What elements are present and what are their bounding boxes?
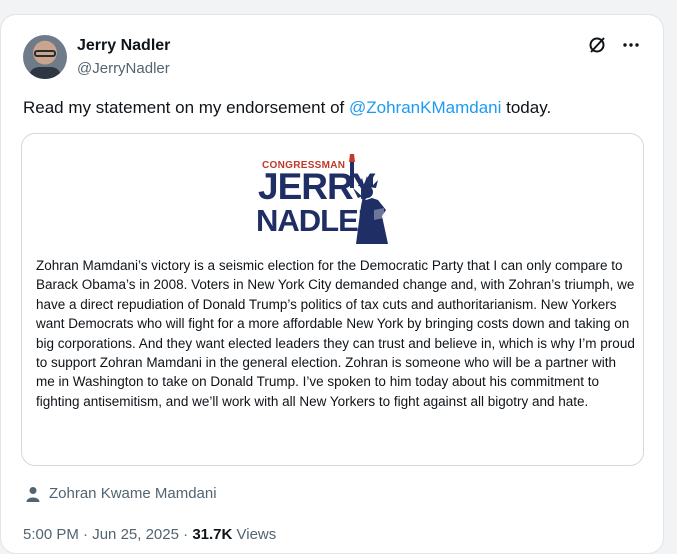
- person-icon: [26, 486, 40, 502]
- views-label: Views: [232, 526, 277, 543]
- grok-icon[interactable]: [587, 35, 607, 55]
- congressman-logo: CONGRESSMAN JERRY NADLER: [252, 152, 402, 244]
- tweet-date[interactable]: Jun 25, 2025: [92, 526, 179, 543]
- tagged-person[interactable]: Zohran Kwame Mamdani: [25, 485, 217, 502]
- mention-link[interactable]: @ZohranKMamdani: [349, 98, 501, 117]
- tweet-meta: 5:00 PM · Jun 25, 2025 · 31.7K Views: [23, 526, 276, 543]
- avatar-suit: [29, 67, 61, 79]
- more-icon[interactable]: [621, 35, 641, 55]
- tweet-time[interactable]: 5:00 PM: [23, 526, 79, 543]
- author-handle[interactable]: @JerryNadler: [77, 60, 170, 77]
- tagged-person-name: Zohran Kwame Mamdani: [49, 485, 217, 502]
- meta-separator-2: ·: [178, 526, 193, 543]
- statue-of-liberty-icon: [349, 154, 388, 244]
- tweet-text-after: today.: [501, 98, 552, 117]
- tweet-text-before: Read my statement on my endorsement of: [23, 98, 349, 117]
- avatar[interactable]: [23, 35, 67, 79]
- author-name[interactable]: Jerry Nadler: [77, 37, 170, 55]
- statement-text: Zohran Mamdani’s victory is a seismic el…: [36, 258, 635, 409]
- tweet-card: Jerry Nadler @JerryNadler Read my statem…: [0, 14, 664, 554]
- views-count: 31.7K: [192, 526, 233, 543]
- tweet-actions-top: [587, 35, 641, 55]
- avatar-glasses: [34, 50, 56, 57]
- meta-separator: ·: [78, 526, 93, 543]
- statement-image[interactable]: CONGRESSMAN JERRY NADLER Zohran Mamdani’…: [21, 133, 644, 466]
- tweet-text: Read my statement on my endorsement of @…: [23, 96, 551, 120]
